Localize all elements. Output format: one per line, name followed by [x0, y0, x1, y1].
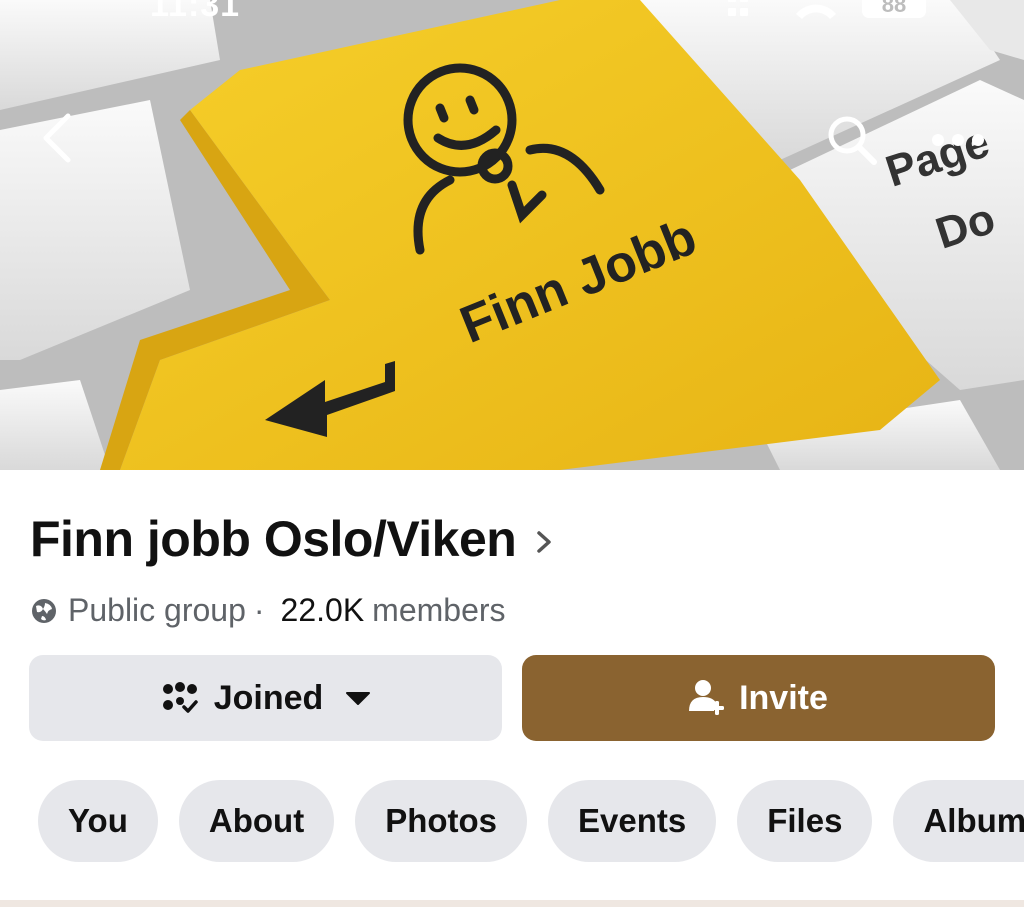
- status-time: 11:31: [150, 0, 241, 24]
- members-label[interactable]: members: [372, 592, 505, 629]
- tab-events[interactable]: Events: [548, 780, 717, 862]
- cover-illustration: [0, 0, 1024, 470]
- status-icons: 88: [726, 0, 936, 24]
- group-title-row[interactable]: Finn jobb Oslo/Viken: [30, 510, 554, 568]
- cover-photo[interactable]: 11:31 88 Finn Jobb Page Do: [0, 0, 1024, 470]
- more-button[interactable]: [928, 120, 988, 160]
- tab-you[interactable]: You: [38, 780, 158, 862]
- invite-button[interactable]: Invite: [522, 655, 995, 741]
- chevron-right-icon: [537, 531, 552, 553]
- battery-level: 88: [882, 0, 906, 17]
- back-button[interactable]: [30, 108, 90, 168]
- search-icon: [828, 116, 877, 165]
- group-name: Finn jobb Oslo/Viken: [30, 511, 517, 567]
- invite-label: Invite: [739, 678, 828, 717]
- meta-separator: ·: [253, 592, 265, 628]
- tab-photos[interactable]: Photos: [355, 780, 528, 862]
- chevron-left-icon: [43, 113, 71, 163]
- section-divider: [0, 900, 1024, 907]
- privacy-label: Public group: [68, 592, 246, 628]
- caret-down-icon: [346, 692, 371, 705]
- joined-label: Joined: [213, 678, 324, 717]
- group-meta: Public group · 22.0K members: [30, 592, 506, 629]
- search-button[interactable]: [822, 110, 882, 170]
- add-person-icon: [689, 680, 725, 715]
- joined-button[interactable]: Joined: [29, 655, 502, 741]
- tab-about[interactable]: About: [178, 780, 335, 862]
- tab-albums[interactable]: Albums: [893, 780, 1024, 862]
- group-tabs: You About Photos Events Files Albums: [38, 780, 1024, 862]
- group-icon: [162, 682, 198, 713]
- globe-icon: [32, 598, 56, 623]
- more-icon: [932, 134, 984, 146]
- member-count[interactable]: 22.0K: [281, 592, 365, 629]
- tab-files[interactable]: Files: [737, 780, 873, 862]
